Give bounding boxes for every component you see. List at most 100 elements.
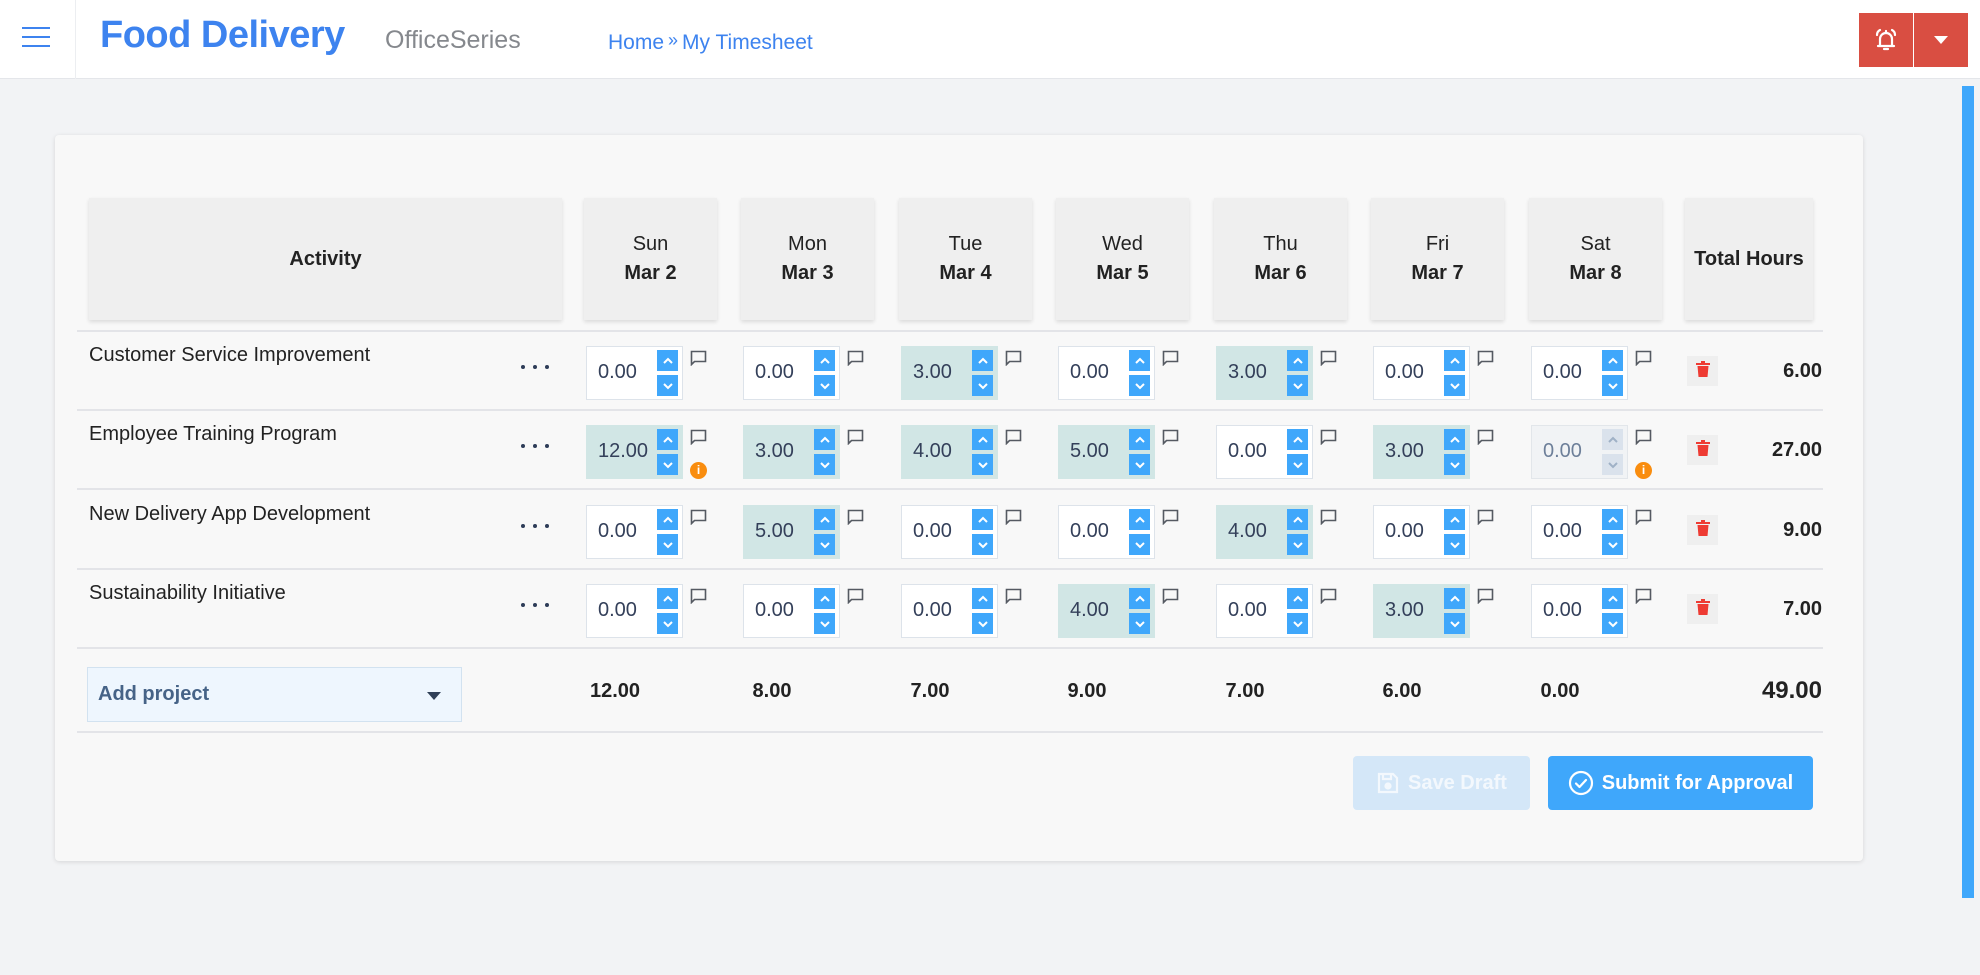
comment-icon[interactable] bbox=[690, 588, 707, 605]
increment-button[interactable] bbox=[1287, 588, 1308, 609]
hours-input[interactable]: 3.00 bbox=[1373, 584, 1470, 638]
hours-input[interactable]: 4.00 bbox=[1216, 505, 1313, 559]
hours-input[interactable]: 0.00 bbox=[1058, 346, 1155, 400]
notifications-button[interactable] bbox=[1859, 13, 1913, 67]
hamburger-menu-icon[interactable] bbox=[22, 27, 50, 49]
decrement-button[interactable] bbox=[1287, 375, 1308, 396]
comment-icon[interactable] bbox=[1162, 588, 1179, 605]
comment-icon[interactable] bbox=[1320, 429, 1337, 446]
comment-icon[interactable] bbox=[847, 588, 864, 605]
decrement-button[interactable] bbox=[1444, 613, 1465, 634]
increment-button[interactable] bbox=[1129, 509, 1150, 530]
decrement-button[interactable] bbox=[814, 375, 835, 396]
decrement-button[interactable] bbox=[1444, 375, 1465, 396]
comment-icon[interactable] bbox=[1162, 509, 1179, 526]
breadcrumb-current[interactable]: My Timesheet bbox=[682, 31, 813, 54]
comment-icon[interactable] bbox=[1005, 509, 1022, 526]
row-options-icon[interactable] bbox=[521, 598, 549, 612]
delete-row-button[interactable] bbox=[1687, 594, 1718, 624]
row-options-icon[interactable] bbox=[521, 360, 549, 374]
increment-button[interactable] bbox=[657, 429, 678, 450]
comment-icon[interactable] bbox=[690, 429, 707, 446]
comment-icon[interactable] bbox=[1005, 588, 1022, 605]
hours-input[interactable]: 3.00 bbox=[901, 346, 998, 400]
comment-icon[interactable] bbox=[1162, 429, 1179, 446]
hours-input[interactable]: 0.00 bbox=[1373, 505, 1470, 559]
delete-row-button[interactable] bbox=[1687, 356, 1718, 386]
comment-icon[interactable] bbox=[1635, 350, 1652, 367]
increment-button[interactable] bbox=[657, 350, 678, 371]
hours-input[interactable]: 0.00 bbox=[1373, 346, 1470, 400]
increment-button[interactable] bbox=[1602, 350, 1623, 371]
warning-info-icon[interactable]: i bbox=[1635, 462, 1652, 479]
increment-button[interactable] bbox=[1287, 350, 1308, 371]
hours-input[interactable]: 4.00 bbox=[1058, 584, 1155, 638]
hours-input[interactable]: 0.00 bbox=[586, 584, 683, 638]
comment-icon[interactable] bbox=[1005, 429, 1022, 446]
comment-icon[interactable] bbox=[847, 350, 864, 367]
hours-input[interactable]: 0.00 bbox=[1058, 505, 1155, 559]
hours-input[interactable]: 12.00 bbox=[586, 425, 683, 479]
decrement-button[interactable] bbox=[1287, 454, 1308, 475]
comment-icon[interactable] bbox=[690, 509, 707, 526]
breadcrumb-home[interactable]: Home bbox=[608, 31, 664, 54]
comment-icon[interactable] bbox=[1320, 350, 1337, 367]
hours-input[interactable]: 0.00 bbox=[1531, 584, 1628, 638]
hours-input[interactable]: 0.00 bbox=[743, 346, 840, 400]
hours-input[interactable]: 3.00 bbox=[743, 425, 840, 479]
increment-button[interactable] bbox=[972, 509, 993, 530]
decrement-button[interactable] bbox=[972, 375, 993, 396]
decrement-button[interactable] bbox=[814, 454, 835, 475]
increment-button[interactable] bbox=[814, 588, 835, 609]
increment-button[interactable] bbox=[972, 429, 993, 450]
comment-icon[interactable] bbox=[1162, 350, 1179, 367]
user-dropdown-button[interactable] bbox=[1914, 13, 1968, 67]
decrement-button[interactable] bbox=[1602, 375, 1623, 396]
increment-button[interactable] bbox=[814, 350, 835, 371]
increment-button[interactable] bbox=[1287, 429, 1308, 450]
hours-input[interactable]: 0.00 bbox=[586, 505, 683, 559]
hours-input[interactable]: 5.00 bbox=[743, 505, 840, 559]
comment-icon[interactable] bbox=[1477, 588, 1494, 605]
hours-input[interactable]: 0.00 bbox=[901, 584, 998, 638]
submit-for-approval-button[interactable]: Submit for Approval bbox=[1548, 756, 1813, 810]
decrement-button[interactable] bbox=[1602, 613, 1623, 634]
delete-row-button[interactable] bbox=[1687, 435, 1718, 465]
hours-input[interactable]: 5.00 bbox=[1058, 425, 1155, 479]
increment-button[interactable] bbox=[1129, 350, 1150, 371]
comment-icon[interactable] bbox=[1477, 350, 1494, 367]
save-draft-button[interactable]: Save Draft bbox=[1353, 756, 1530, 810]
hours-input[interactable]: 0.00 bbox=[901, 505, 998, 559]
decrement-button[interactable] bbox=[1287, 534, 1308, 555]
hours-input[interactable]: 0.00 bbox=[743, 584, 840, 638]
comment-icon[interactable] bbox=[1635, 429, 1652, 446]
decrement-button[interactable] bbox=[657, 613, 678, 634]
row-options-icon[interactable] bbox=[521, 519, 549, 533]
increment-button[interactable] bbox=[1287, 509, 1308, 530]
decrement-button[interactable] bbox=[972, 534, 993, 555]
increment-button[interactable] bbox=[657, 588, 678, 609]
decrement-button[interactable] bbox=[814, 613, 835, 634]
comment-icon[interactable] bbox=[1635, 588, 1652, 605]
add-project-dropdown[interactable]: Add project bbox=[87, 667, 462, 722]
decrement-button[interactable] bbox=[1287, 613, 1308, 634]
hours-input[interactable]: 0.00 bbox=[1216, 425, 1313, 479]
decrement-button[interactable] bbox=[1129, 375, 1150, 396]
page-scrollbar[interactable] bbox=[1962, 86, 1974, 898]
hours-input[interactable]: 3.00 bbox=[1373, 425, 1470, 479]
comment-icon[interactable] bbox=[1477, 509, 1494, 526]
decrement-button[interactable] bbox=[1129, 454, 1150, 475]
hours-input[interactable]: 0.00 bbox=[1531, 346, 1628, 400]
comment-icon[interactable] bbox=[1635, 509, 1652, 526]
increment-button[interactable] bbox=[1444, 350, 1465, 371]
decrement-button[interactable] bbox=[814, 534, 835, 555]
decrement-button[interactable] bbox=[972, 454, 993, 475]
comment-icon[interactable] bbox=[1320, 588, 1337, 605]
hours-input[interactable]: 0.00 bbox=[586, 346, 683, 400]
comment-icon[interactable] bbox=[690, 350, 707, 367]
increment-button[interactable] bbox=[814, 509, 835, 530]
decrement-button[interactable] bbox=[1602, 534, 1623, 555]
comment-icon[interactable] bbox=[1005, 350, 1022, 367]
increment-button[interactable] bbox=[814, 429, 835, 450]
increment-button[interactable] bbox=[657, 509, 678, 530]
